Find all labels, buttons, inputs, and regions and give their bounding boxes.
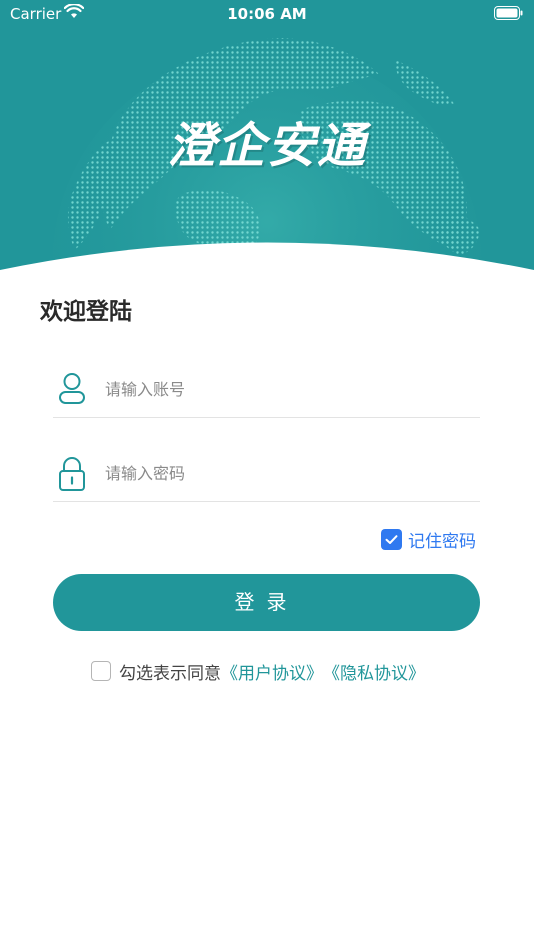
agreement-row: 勾选表示同意 《用户协议》 《隐私协议》 (91, 659, 425, 684)
user-icon (59, 373, 85, 404)
account-input[interactable] (105, 374, 465, 404)
battery-icon (494, 6, 523, 20)
status-time: 10:06 AM (227, 5, 307, 23)
checkmark-icon (385, 534, 398, 544)
login-button[interactable]: 登录 (53, 574, 480, 631)
status-bar: Carrier 10:06 AM (0, 0, 534, 30)
welcome-title: 欢迎登陆 (40, 299, 132, 325)
password-field (53, 446, 480, 502)
password-input[interactable] (105, 458, 465, 488)
lock-icon (59, 457, 85, 491)
remember-password-toggle[interactable]: 记住密码 (381, 527, 476, 552)
account-field (53, 362, 480, 418)
header-banner: Carrier 10:06 AM 澄企安通 (0, 0, 534, 290)
user-agreement-link[interactable]: 《用户协议》 (221, 659, 323, 684)
remember-label[interactable]: 记住密码 (408, 527, 476, 552)
agreement-text: 勾选表示同意 (119, 663, 221, 684)
agreement-checkbox[interactable] (91, 661, 111, 681)
remember-checkbox[interactable] (381, 528, 402, 550)
privacy-agreement-link[interactable]: 《隐私协议》 (323, 659, 425, 684)
app-logo: 澄企安通 (166, 118, 367, 174)
